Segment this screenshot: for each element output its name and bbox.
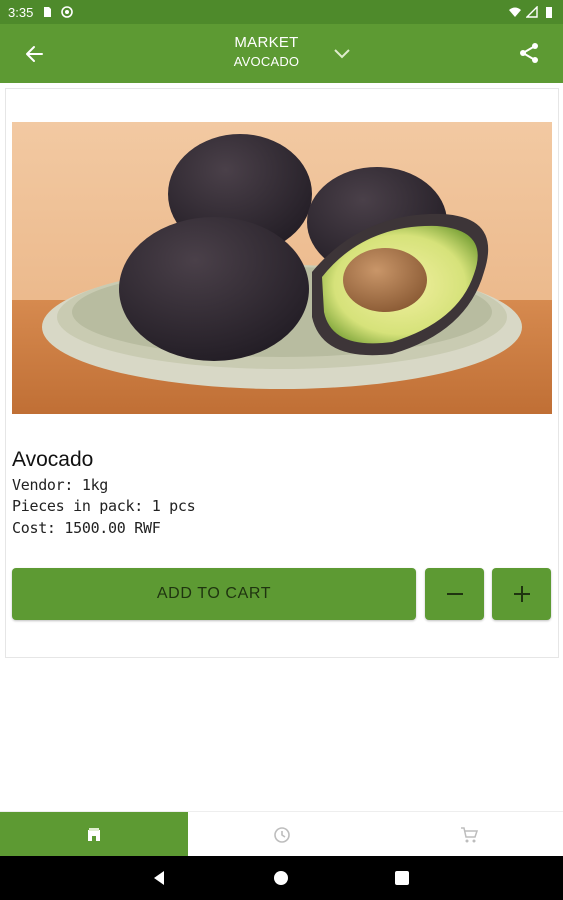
add-to-cart-label: ADD TO CART bbox=[156, 585, 272, 602]
battery-icon bbox=[546, 7, 552, 18]
app-bar-title: MARKET bbox=[234, 34, 299, 51]
bottom-navigation bbox=[0, 811, 563, 857]
app-bar-subtitle: AVOCADO bbox=[233, 54, 300, 69]
status-time: 3:35 bbox=[8, 4, 34, 20]
tab-history[interactable] bbox=[188, 812, 376, 857]
system-recents-icon[interactable] bbox=[392, 868, 412, 888]
wifi-icon bbox=[509, 7, 521, 17]
status-bar: 3:35 bbox=[0, 0, 563, 24]
app-bar: MARKET AVOCADO bbox=[0, 24, 563, 83]
system-home-icon[interactable] bbox=[271, 868, 291, 888]
system-back-icon[interactable] bbox=[150, 868, 170, 888]
chevron-down-icon[interactable] bbox=[331, 42, 353, 64]
product-image bbox=[12, 122, 552, 414]
product-vendor: Vendor: 1kg bbox=[12, 476, 109, 494]
app-bar-titles[interactable]: MARKET AVOCADO bbox=[0, 34, 533, 69]
store-icon bbox=[87, 827, 100, 841]
tab-market[interactable] bbox=[0, 812, 188, 857]
cart-icon bbox=[461, 826, 479, 842]
history-clock-icon bbox=[273, 826, 290, 843]
plus-icon bbox=[513, 586, 530, 602]
system-navigation-bar bbox=[0, 856, 563, 900]
sync-icon bbox=[61, 6, 74, 18]
increase-quantity-button[interactable] bbox=[492, 568, 551, 620]
sd-card-icon bbox=[44, 7, 52, 17]
signal-icon bbox=[526, 6, 538, 18]
add-to-cart-button[interactable]: ADD TO CART bbox=[12, 568, 416, 620]
product-cost: Cost: 1500.00 RWF bbox=[12, 519, 161, 537]
tab-cart[interactable] bbox=[375, 812, 563, 857]
share-icon[interactable] bbox=[517, 41, 541, 65]
decrease-quantity-button[interactable] bbox=[425, 568, 484, 620]
minus-icon bbox=[446, 593, 463, 595]
product-pieces: Pieces in pack: 1 pcs bbox=[12, 497, 196, 515]
product-name: Avocado bbox=[12, 448, 94, 471]
